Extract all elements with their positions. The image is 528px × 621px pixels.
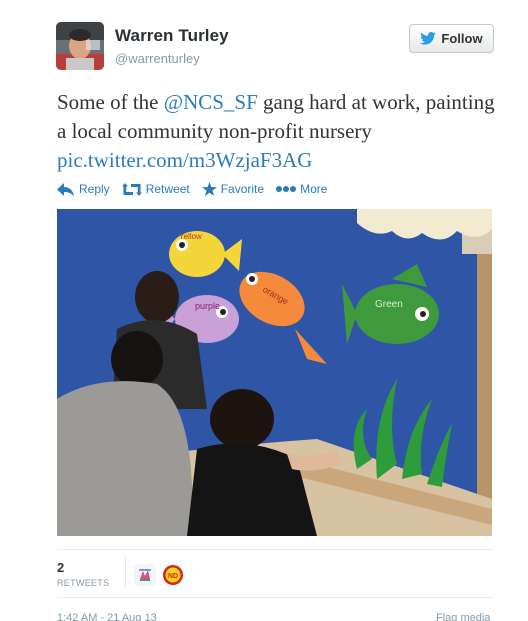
- user-handle[interactable]: @warrenturley: [115, 51, 200, 66]
- retweet-label: Retweet: [145, 182, 190, 196]
- star-icon: [201, 182, 217, 196]
- more-label: More: [300, 182, 328, 196]
- more-dots-icon: [276, 186, 297, 192]
- tweet-actions: Reply Retweet Favorite More: [57, 182, 339, 196]
- tweet-text-part: Some of the: [57, 90, 164, 114]
- more-button[interactable]: More: [276, 182, 327, 196]
- divider: [57, 549, 494, 550]
- favorite-button[interactable]: Favorite: [201, 182, 265, 196]
- stats-separator: [125, 556, 126, 589]
- twitter-bird-icon: [420, 32, 437, 45]
- reply-arrow-icon: [57, 182, 74, 196]
- retweet-count-label: RETWEETS: [57, 578, 110, 588]
- media-link[interactable]: pic.twitter.com/m3WzjaF3AG: [57, 148, 312, 172]
- retweeter-avatar[interactable]: [134, 564, 156, 586]
- mention-link[interactable]: @NCS_SF: [164, 90, 258, 114]
- svg-text:ND: ND: [168, 573, 178, 580]
- retweet-icon: [121, 182, 142, 196]
- fish-label: Yellow: [179, 232, 202, 241]
- retweeter-avatar[interactable]: ND: [162, 564, 184, 586]
- follow-button[interactable]: Follow: [409, 24, 494, 53]
- flag-media-link[interactable]: Flag media: [436, 612, 490, 621]
- tweet-text: Some of the @NCS_SF gang hard at work, p…: [57, 88, 507, 175]
- fish-label: Green: [375, 299, 403, 310]
- follow-button-label: Follow: [441, 31, 483, 46]
- divider: [57, 597, 494, 598]
- favorite-label: Favorite: [220, 182, 265, 196]
- tweet-card: Warren Turley @warrenturley Follow Some …: [0, 0, 528, 621]
- avatar[interactable]: [56, 22, 104, 70]
- retweet-count: 2: [57, 560, 65, 575]
- reply-button[interactable]: Reply: [57, 182, 110, 196]
- fish-label: purple: [195, 301, 220, 311]
- tweet-photo[interactable]: Yellow purple orange Green: [57, 209, 492, 536]
- reply-label: Reply: [79, 182, 110, 196]
- tweet-timestamp[interactable]: 1:42 AM - 21 Aug 13: [57, 612, 157, 621]
- user-name[interactable]: Warren Turley: [115, 26, 229, 46]
- retweet-stats[interactable]: 2 RETWEETS: [57, 560, 109, 588]
- retweet-button[interactable]: Retweet: [121, 182, 190, 196]
